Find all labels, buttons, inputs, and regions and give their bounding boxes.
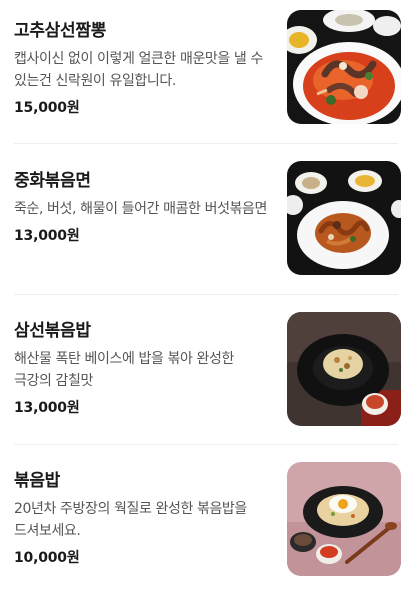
menu-item-seafood-fried-rice[interactable]: 삼선볶음밥 해산물 폭탄 베이스에 밥을 볶아 완성한 극강의 감칠맛 13,0… (0, 300, 412, 450)
menu-item-name: 중화볶음면 (14, 171, 91, 191)
menu-item-price: 13,000원 (14, 228, 80, 244)
menu-item-text: 볶음밥 20년차 주방장의 웍질로 완성한 볶음밥을 드셔보세요. 10,000… (14, 470, 270, 568)
divider (14, 143, 398, 144)
spicy-seafood-noodle-soup-illustration (287, 10, 401, 124)
menu-item-price: 10,000원 (14, 550, 80, 566)
menu-item-price: 13,000원 (14, 400, 80, 416)
menu-item-description: 해산물 폭탄 베이스에 밥을 볶아 완성한 극강의 감칠맛 (14, 351, 234, 389)
menu-item-description: 캡사이신 없이 이렇게 얼큰한 매운맛을 낼 수 있는건 신락원이 유일합니다. (14, 51, 263, 89)
menu-list: 고추삼선짬뽕 캡사이신 없이 이렇게 얼큰한 매운맛을 낼 수 있는건 신락원이… (0, 0, 412, 588)
divider (14, 444, 398, 445)
menu-item-text: 고추삼선짬뽕 캡사이신 없이 이렇게 얼큰한 매운맛을 낼 수 있는건 신락원이… (14, 20, 270, 118)
divider (14, 294, 398, 295)
menu-item-name: 삼선볶음밥 (14, 321, 91, 341)
menu-item-text: 삼선볶음밥 해산물 폭탄 베이스에 밥을 볶아 완성한 극강의 감칠맛 13,0… (14, 320, 270, 418)
seafood-fried-rice-photo[interactable] (287, 312, 401, 426)
spicy-seafood-noodle-soup-photo[interactable] (287, 10, 401, 124)
menu-item-price: 15,000원 (14, 100, 80, 116)
menu-item-description: 죽순, 버섯, 해물이 들어간 매콤한 버섯볶음면 (14, 201, 267, 217)
menu-item-text: 중화볶음면 죽순, 버섯, 해물이 들어간 매콤한 버섯볶음면 13,000원 (14, 170, 270, 246)
fried-rice-with-egg-illustration (287, 462, 401, 576)
menu-item-name: 고추삼선짬뽕 (14, 21, 107, 41)
menu-item-name: 볶음밥 (14, 471, 61, 491)
menu-item-fried-rice[interactable]: 볶음밥 20년차 주방장의 웍질로 완성한 볶음밥을 드셔보세요. 10,000… (0, 450, 412, 600)
fried-rice-with-egg-photo[interactable] (287, 462, 401, 576)
menu-item-spicy-seafood-jjamppong[interactable]: 고추삼선짬뽕 캡사이신 없이 이렇게 얼큰한 매운맛을 낼 수 있는건 신락원이… (0, 0, 412, 150)
stir-fried-noodle-photo[interactable] (287, 161, 401, 275)
seafood-fried-rice-illustration (287, 312, 401, 426)
stir-fried-noodle-illustration (287, 161, 401, 275)
menu-item-description: 20년차 주방장의 웍질로 완성한 볶음밥을 드셔보세요. (14, 501, 247, 539)
menu-item-stir-fried-noodle[interactable]: 중화볶음면 죽순, 버섯, 해물이 들어간 매콤한 버섯볶음면 13,000원 (0, 150, 412, 300)
